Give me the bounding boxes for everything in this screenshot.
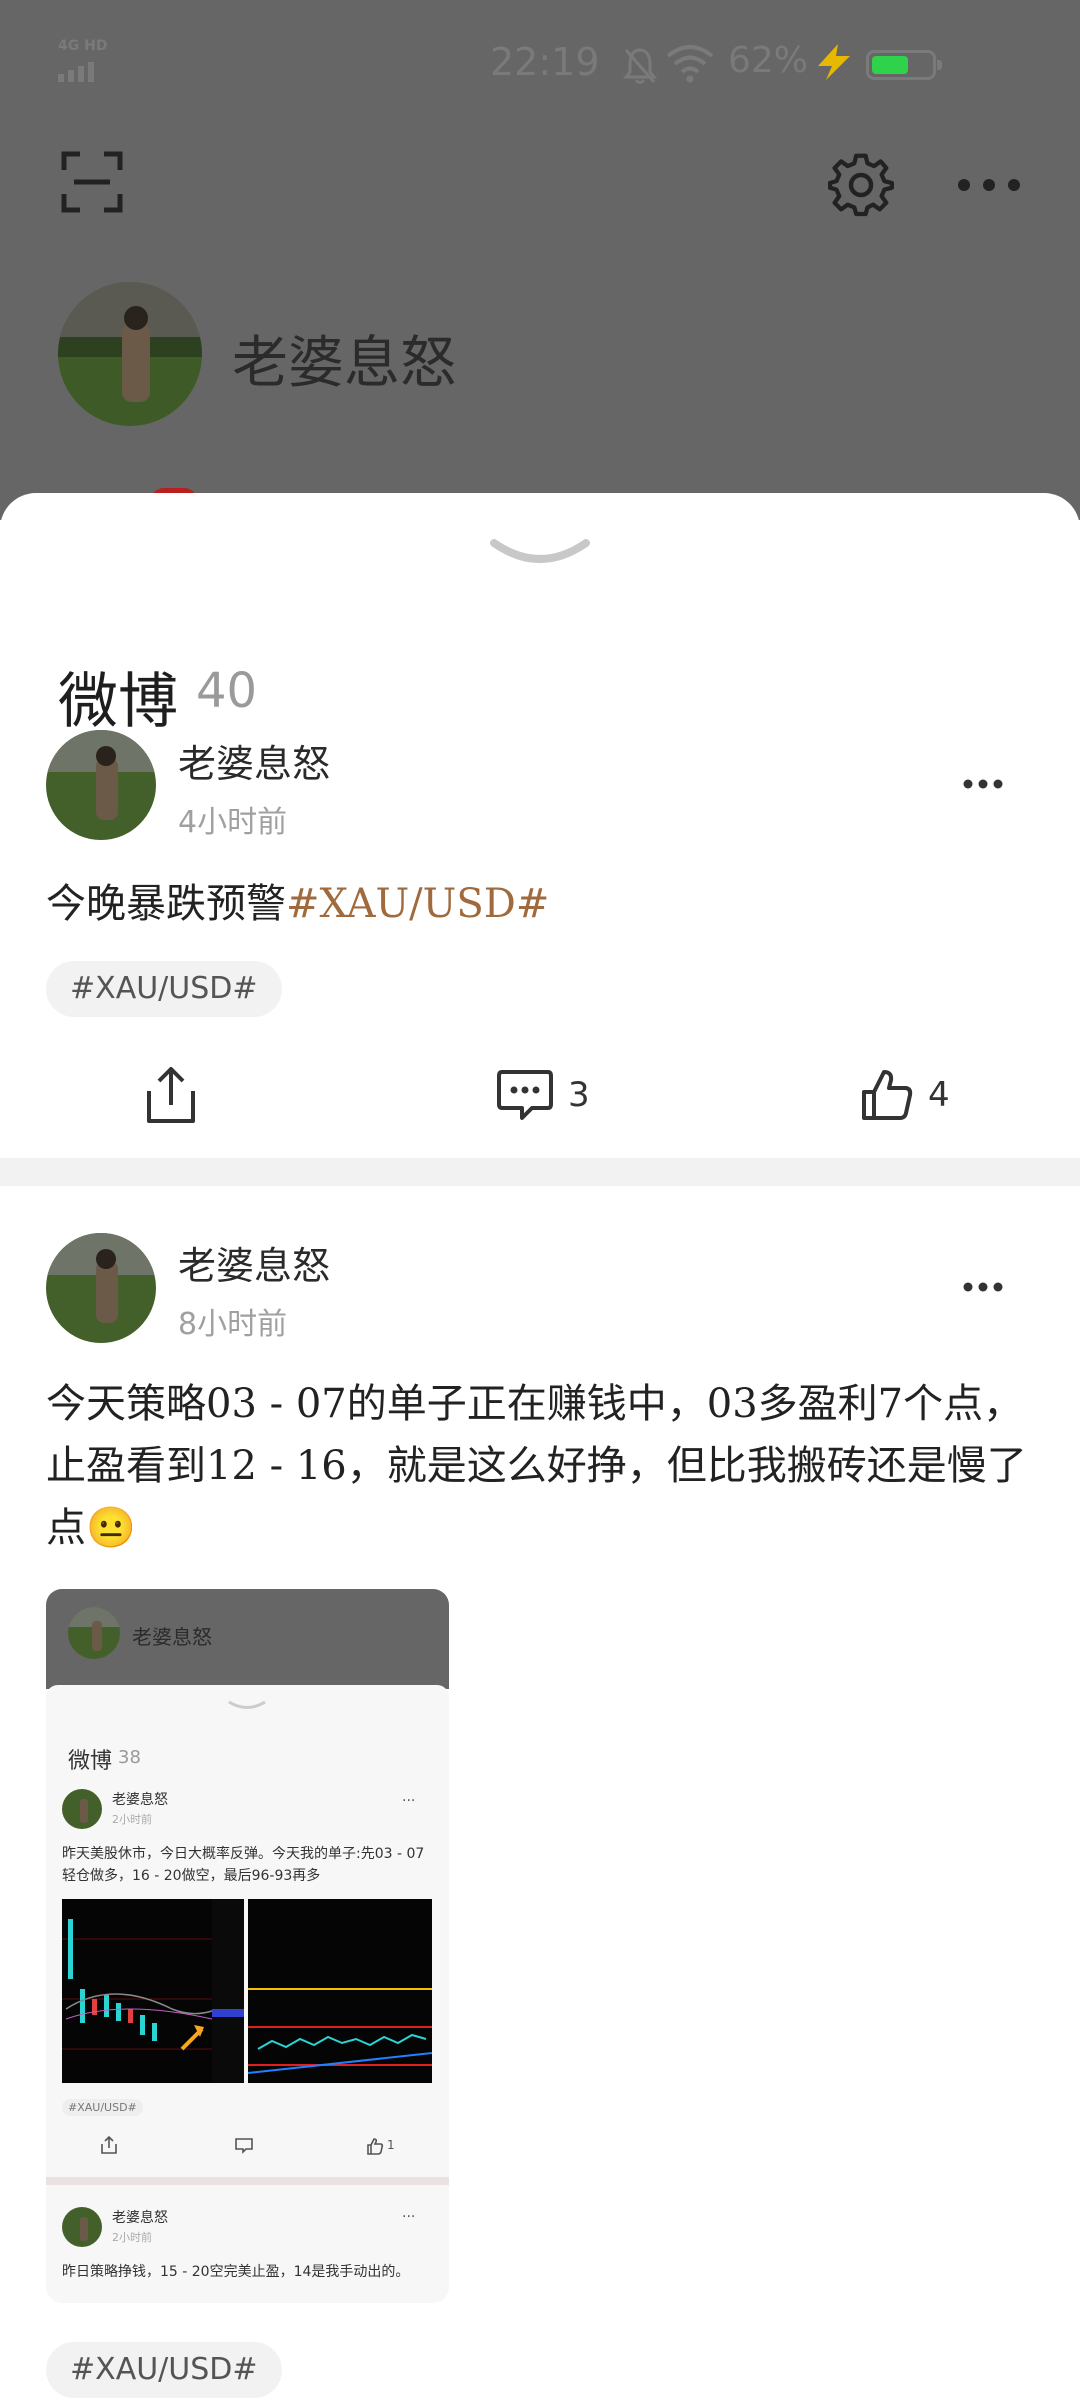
image-header-name: 老婆息怒 [132, 1625, 212, 1649]
post-more-icon[interactable] [962, 1281, 1004, 1293]
image-post-time: 2小时前 [112, 2231, 152, 2244]
image-count: 38 [118, 1747, 141, 1768]
post-divider [0, 1158, 1080, 1186]
post-image[interactable]: 老婆息怒 微博 38 老婆息怒 2小时前 ··· 昨天美股休市，今日大概率反弹。… [46, 1589, 449, 2303]
post-more-icon[interactable] [962, 778, 1004, 790]
post-time: 4小时前 [178, 805, 288, 840]
image-post-text: 昨天美股休市，今日大概率反弹。今天我的单子:先03 - 07轻仓做多，16 - … [62, 1846, 425, 1884]
topic-chip[interactable]: #XAU/USD# [46, 961, 282, 1017]
chevron-down-icon[interactable] [488, 535, 592, 575]
image-like-count: 1 [387, 2138, 395, 2152]
post-time: 8小时前 [178, 1307, 288, 1342]
hashtag-link[interactable]: #XAU/USD# [286, 881, 549, 927]
image-post-more: ··· [402, 2209, 416, 2225]
battery-icon [866, 50, 942, 80]
trading-charts [62, 1899, 432, 2083]
image-post-more: ··· [402, 1793, 416, 1809]
comment-icon [497, 1070, 553, 1120]
image-post-author: 老婆息怒 [112, 2210, 168, 2226]
profile-avatar[interactable] [58, 282, 202, 426]
charging-bolt-icon [818, 44, 850, 80]
mute-bell-icon [622, 48, 658, 84]
status-bar: 4G HD 22:19 62% [0, 28, 1080, 98]
profile-name: 老婆息怒 [232, 331, 456, 396]
battery-percent: 62% [728, 40, 809, 81]
image-post-text: 昨日策略挣钱，15 - 20空完美止盈，14是我手动出的。 [62, 2264, 410, 2280]
thumbs-up-icon [367, 2138, 384, 2155]
post-author[interactable]: 老婆息怒 [178, 733, 330, 788]
image-divider [46, 2177, 449, 2185]
topic-chip[interactable]: #XAU/USD# [46, 2342, 282, 2398]
image-title: 微博 [68, 1749, 113, 1774]
avatar[interactable] [46, 1233, 156, 1343]
comment-button[interactable]: 3 [496, 1065, 590, 1125]
image-avatar [68, 1607, 120, 1659]
sheet-title: 微博 [58, 667, 178, 737]
image-post-time: 2小时前 [112, 1813, 152, 1826]
settings-gear-icon[interactable] [828, 152, 894, 218]
signal-icon: 4G HD [58, 38, 114, 82]
post-author[interactable]: 老婆息怒 [178, 1235, 330, 1290]
image-topic-chip: #XAU/USD# [62, 2099, 143, 2116]
posts-sheet: 微博 40 老婆息怒 4小时前 今晚暴跌预警#XAU/USD# #XAU/USD… [0, 493, 1080, 2400]
share-icon [101, 2135, 117, 2154]
share-button[interactable] [145, 1065, 197, 1125]
wifi-icon [666, 45, 714, 83]
share-icon [147, 1067, 195, 1123]
network-type: 4G HD [58, 38, 108, 54]
avatar[interactable] [46, 730, 156, 840]
post-count: 40 [196, 663, 258, 719]
like-button[interactable]: 4 [860, 1065, 950, 1125]
post-text: 今天策略03 - 07的单子正在赚钱中，03多盈利7个点，止盈看到12 - 16… [46, 1381, 1027, 1551]
post-text-main: 今晚暴跌预警 [46, 881, 286, 927]
like-count: 4 [928, 1075, 950, 1115]
image-post-avatar [62, 2207, 102, 2247]
image-sheet: 微博 38 老婆息怒 2小时前 ··· 昨天美股休市，今日大概率反弹。今天我的单… [46, 1685, 449, 2303]
comment-count: 3 [568, 1075, 590, 1115]
comment-icon [235, 2138, 253, 2154]
image-post-avatar [62, 1789, 102, 1829]
image-post-author: 老婆息怒 [112, 1792, 168, 1808]
clock: 22:19 [490, 40, 600, 84]
scan-icon[interactable] [60, 150, 124, 214]
profile-header-background: 4G HD 22:19 62% 老婆息怒 [0, 0, 1080, 520]
thumbs-up-icon [862, 1070, 913, 1120]
more-options-icon[interactable] [954, 170, 1024, 200]
post-text: 今晚暴跌预警#XAU/USD# [46, 873, 1036, 935]
chevron-down-icon [228, 1700, 266, 1709]
